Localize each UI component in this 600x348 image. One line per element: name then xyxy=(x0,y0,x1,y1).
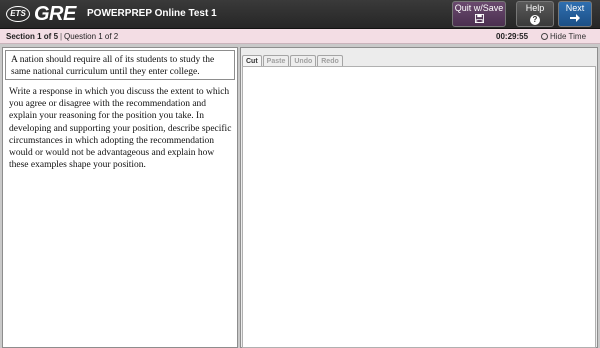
gre-logo: GRE xyxy=(34,3,76,25)
question-indicator: Question 1 of 2 xyxy=(64,32,119,41)
help-button[interactable]: Help ? xyxy=(516,1,554,27)
next-button[interactable]: Next xyxy=(558,1,592,27)
arrow-right-icon xyxy=(559,14,591,26)
status-bar: Section 1 of 5 | Question 1 of 2 00:29:5… xyxy=(0,29,600,44)
hide-time-label: Hide Time xyxy=(550,32,587,41)
next-label: Next xyxy=(565,3,585,13)
save-icon xyxy=(453,14,505,27)
response-pane: Cut Paste Undo Redo xyxy=(240,47,598,348)
section-indicator: Section 1 of 5 xyxy=(6,32,59,41)
test-title: POWERPREP Online Test 1 xyxy=(87,8,217,19)
prompt-instructions: Write a response in which you discuss th… xyxy=(9,87,232,171)
status-separator: | xyxy=(60,32,63,41)
hide-time-button[interactable]: Hide Time xyxy=(541,29,586,44)
question-mark-icon: ? xyxy=(517,14,553,26)
quit-save-button[interactable]: Quit w/Save xyxy=(452,1,506,27)
timer: 00:29:55 xyxy=(496,32,529,41)
prompt-pane: A nation should require all of its stude… xyxy=(2,47,238,348)
main-area: A nation should require all of its stude… xyxy=(0,44,600,348)
header-bar: ETS GRE POWERPREP Online Test 1 Quit w/S… xyxy=(0,0,600,29)
ets-logo: ETS xyxy=(6,6,30,22)
clock-icon xyxy=(541,33,548,40)
help-label: Help xyxy=(525,3,545,13)
editor-toolbar: Cut Paste Undo Redo xyxy=(242,50,344,68)
response-textarea[interactable] xyxy=(242,66,596,348)
quit-save-label: Quit w/Save xyxy=(454,3,504,13)
prompt-statement: A nation should require all of its stude… xyxy=(5,50,235,80)
